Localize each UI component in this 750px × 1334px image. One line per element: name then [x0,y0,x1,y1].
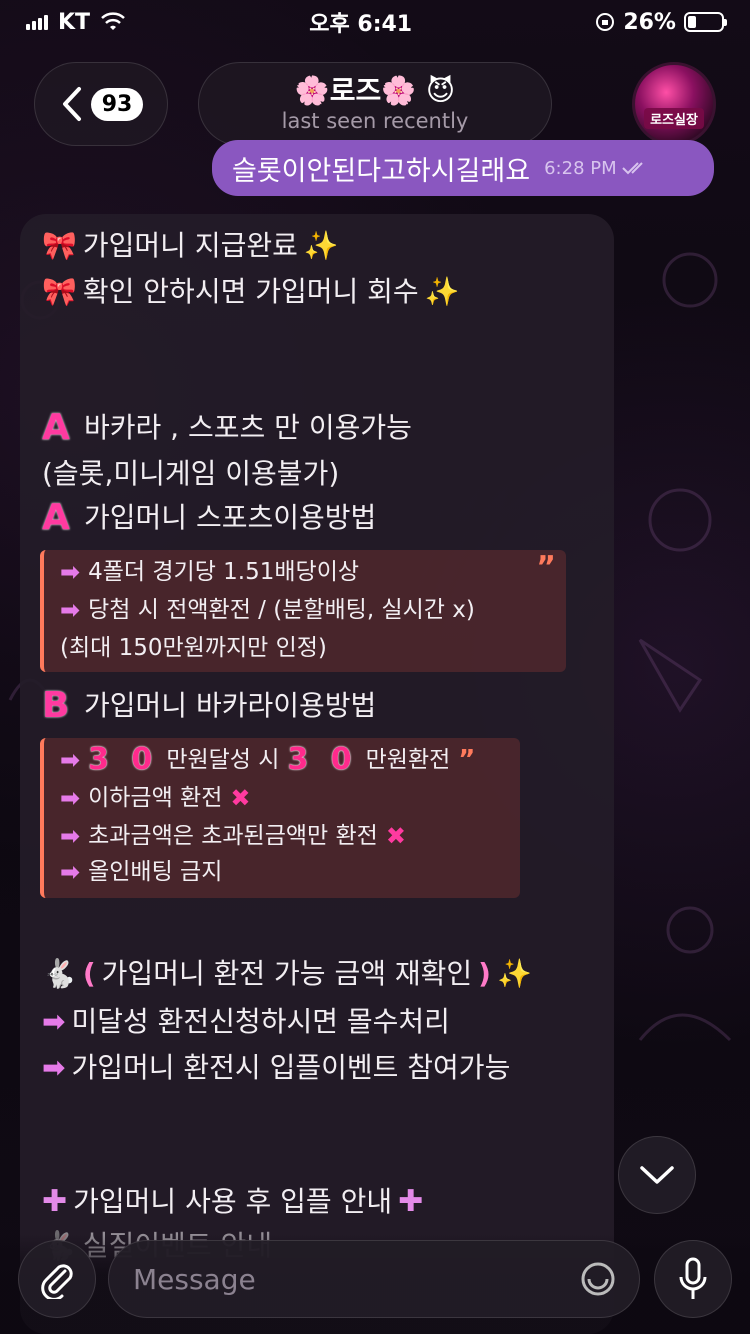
microphone-icon [679,1257,707,1299]
message-line: 🎀 확인 안하시면 가입머니 회수 ✨ [42,272,460,312]
quote-text: 초과금액은 초과된금액만 환전 [88,823,378,849]
arrow-right-icon: ➡ [42,1051,66,1084]
sparkle-emoji-icon: ✨ [424,275,460,308]
message-text: 미달성 환전신청하시면 몰수처리 [71,1005,450,1038]
rabbit-emoji-icon: 🐇 [42,957,77,990]
quote-icon: ” [536,550,556,585]
paren-right-icon: ) [478,957,491,990]
chevron-left-icon [63,87,81,121]
back-button[interactable]: 93 [34,62,168,146]
arrow-right-icon: ➡ [60,558,81,586]
status-time: 오후 6:41 [309,12,413,37]
arrow-right-icon: ➡ [60,784,81,812]
status-bar: KT 오후 6:41 26% [0,0,750,44]
chat-title: 🌸로즈🌸 😈 [294,74,456,107]
paren-left-icon: ( [82,957,96,990]
message-time: 6:28 PM [544,157,617,179]
quote-text: 4폴더 경기당 1.51배당이상 [88,559,360,585]
arrow-right-icon: ➡ [60,596,81,624]
message-line: (슬롯,미니게임 이용불가) [42,454,339,494]
plus-emoji-icon: ✚ [398,1184,424,1219]
message-line: A 바카라 , 스포츠 만 이용가능 [42,408,412,448]
quote-line: ➡ 4폴더 경기당 1.51배당이상 [60,556,359,588]
message-line: ➡ 미달성 환전신청하시면 몰수처리 [42,1002,450,1042]
sticker-icon[interactable] [579,1260,617,1298]
message-input-container[interactable] [108,1240,640,1318]
message-text: 가입머니 환전 가능 금액 재확인 [101,957,473,990]
message-text: 바카라 , 스포츠 만 이용가능 [84,411,412,444]
ribbon-emoji-icon: 🎀 [42,229,77,262]
unread-badge: 93 [91,87,143,121]
scroll-down-button[interactable] [618,1136,696,1214]
ribbon-emoji-icon: 🎀 [42,275,77,308]
attach-button[interactable] [18,1240,96,1318]
quote-line: ➡ 초과금액은 초과된금액만 환전 ✖ [60,820,406,852]
rotation-lock-icon [596,13,615,31]
letter-b-icon: B [42,685,70,726]
quote-text: 만원달성 시 [166,747,280,773]
quote-text: 만원환전 [365,747,451,773]
arrow-right-icon: ➡ [60,822,81,850]
paperclip-icon [41,1264,73,1299]
battery-icon [683,12,727,32]
letter-a-icon: A [42,497,70,538]
chat-last-seen: last seen recently [281,109,469,133]
message-text: 가입머니 환전시 입플이벤트 참여가능 [71,1051,511,1084]
plus-emoji-icon: ✚ [42,1184,68,1219]
quote-text: 올인배팅 금지 [88,859,223,885]
avatar[interactable]: 로즈실장 [632,62,716,146]
quote-text: 이하금액 환전 [88,785,223,811]
message-text: 가입머니 사용 후 입플 안내 [73,1185,393,1218]
quote-line: ➡ 올인배팅 금지 [60,856,222,888]
chevron-down-icon [640,1166,674,1184]
outgoing-message-meta: 6:28 PM [544,158,649,179]
highlight-number: 3 0 [287,742,358,777]
wifi-icon [101,12,125,30]
quote-icon: ” [458,745,476,775]
highlight-number: 3 0 [88,742,159,777]
arrow-right-icon: ➡ [42,1005,66,1038]
quote-line: ➡ 당첨 시 전액환전 / (분할배팅, 실시간 x) [60,594,475,626]
signal-icon [26,14,48,30]
message-text: 가입머니 바카라이용방법 [84,689,377,722]
quote-line: ➡ 3 0 만원달성 시 3 0 만원환전 ” [60,744,475,776]
incoming-message[interactable]: 🎀 가입머니 지급완료 ✨ 🎀 확인 안하시면 가입머니 회수 ✨ A 바카라 … [20,214,614,1334]
sparkle-emoji-icon: ✨ [303,229,339,262]
quote-text: (최대 150만원까지만 인정) [60,635,327,661]
message-text: (슬롯,미니게임 이용불가) [42,457,340,490]
message-line: B 가입머니 바카라이용방법 [42,686,376,726]
chat-title-button[interactable]: 🌸로즈🌸 😈 last seen recently [198,62,552,146]
outgoing-message-text: 슬롯이안된다고하시길래요 [232,155,531,187]
message-text: 확인 안하시면 가입머니 회수 [82,275,419,308]
double-check-icon [621,162,643,175]
sparkle-emoji-icon: ✨ [496,957,532,990]
carrier-label: KT [58,9,91,35]
x-mark-icon: ✖ [385,822,406,850]
avatar-label: 로즈실장 [644,108,704,129]
message-line: ➡ 가입머니 환전시 입플이벤트 참여가능 [42,1048,510,1088]
x-mark-icon: ✖ [230,784,251,812]
baccarat-quote-block: ➡ 3 0 만원달성 시 3 0 만원환전 ” ➡ 이하금액 환전 ✖ ➡ 초과… [40,738,520,898]
message-text: 가입머니 스포츠이용방법 [84,501,377,534]
arrow-right-icon: ➡ [60,858,81,886]
message-line: ✚ 가입머니 사용 후 입플 안내 ✚ [42,1182,423,1222]
outgoing-message[interactable]: 슬롯이안된다고하시길래요 6:28 PM [212,140,714,196]
sports-quote-block: ” ➡ 4폴더 경기당 1.51배당이상 ➡ 당첨 시 전액환전 / (분할배팅… [40,550,566,672]
microphone-button[interactable] [654,1240,732,1318]
message-line: 🎀 가입머니 지급완료 ✨ [42,226,339,266]
quote-text: 당첨 시 전액환전 / (분할배팅, 실시간 x) [88,597,475,623]
message-line: 🐇 ( 가입머니 환전 가능 금액 재확인 ) ✨ [42,954,532,994]
quote-line: (최대 150만원까지만 인정) [60,632,327,664]
letter-a-icon: A [42,407,70,448]
battery-percent: 26% [623,9,676,35]
message-text: 가입머니 지급완료 [82,229,298,262]
status-right: 26% [595,9,727,35]
arrow-right-icon: ➡ [60,746,81,774]
quote-line: ➡ 이하금액 환전 ✖ [60,782,251,814]
message-input[interactable] [133,1262,553,1296]
message-line: A 가입머니 스포츠이용방법 [42,498,376,538]
status-left: KT [26,10,126,35]
